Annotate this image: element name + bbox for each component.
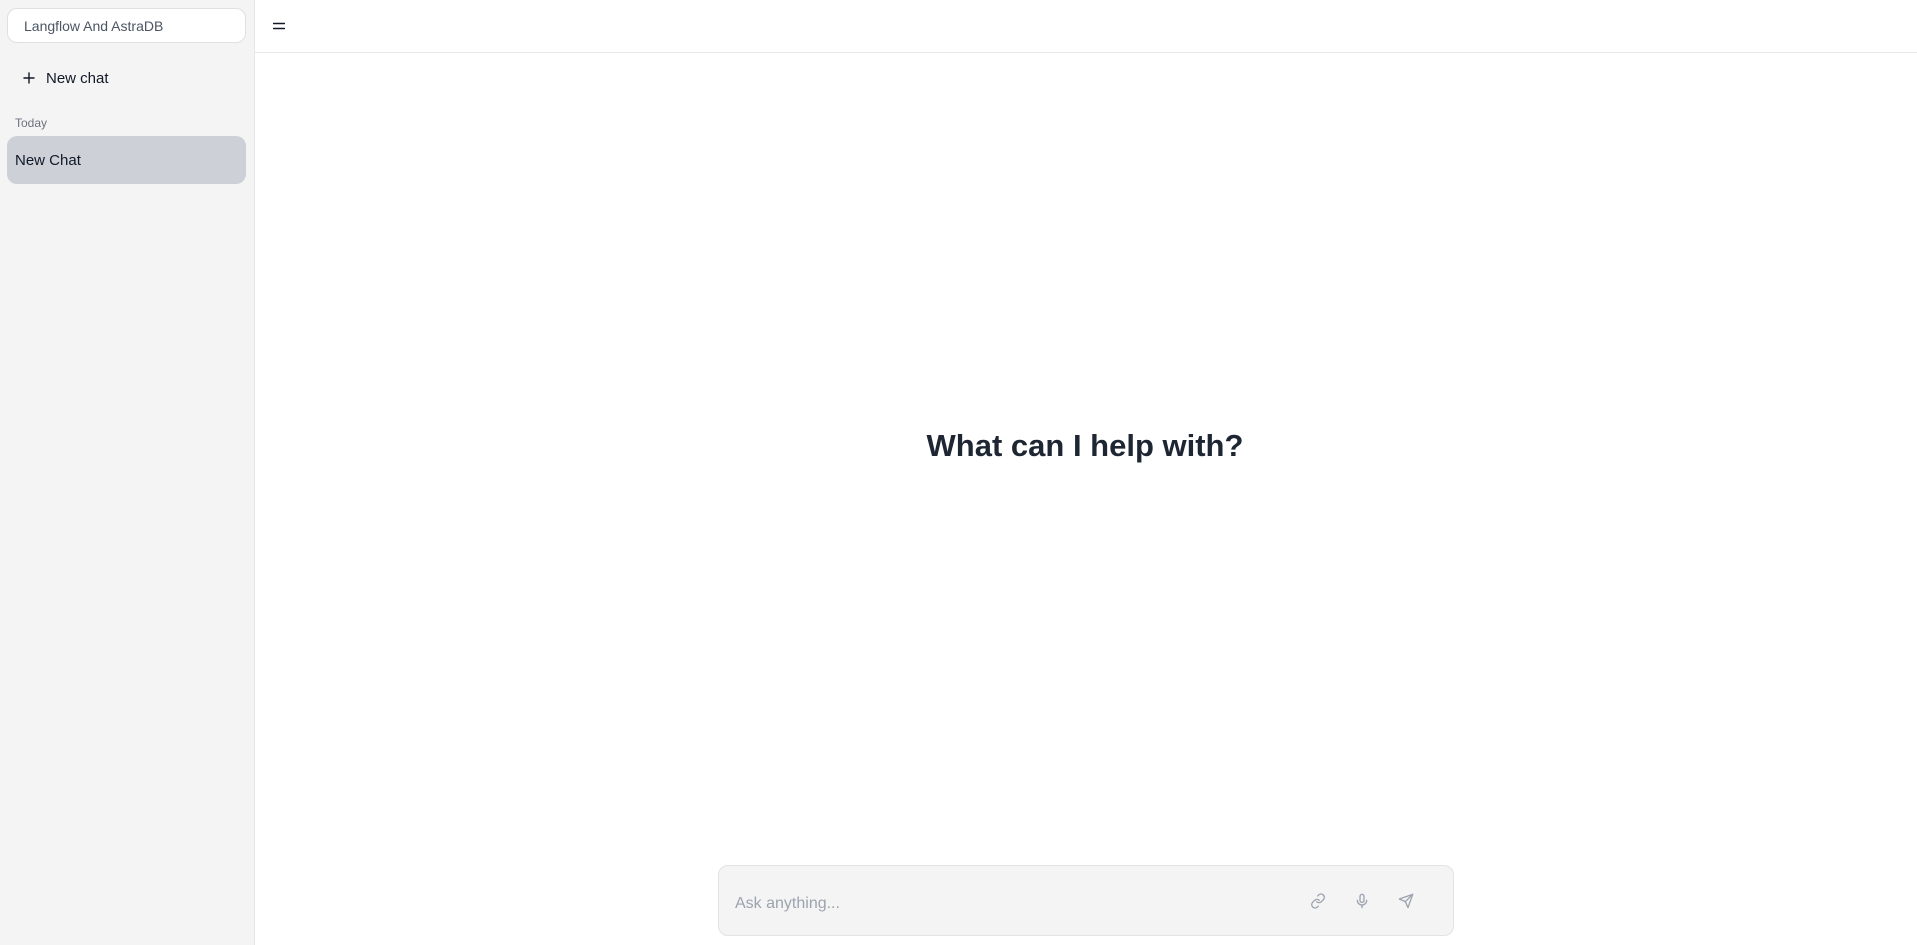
main-area: What can I help with? <box>255 0 1917 945</box>
message-input[interactable] <box>735 892 1295 916</box>
chat-list-item[interactable]: New Chat <box>7 136 246 184</box>
top-bar <box>255 0 1917 53</box>
headline-text: What can I help with? <box>926 428 1244 463</box>
section-label-today: Today <box>15 116 48 130</box>
chat-composer <box>718 865 1454 936</box>
app-window: Langflow And AstraDB New chat Today New … <box>0 0 1917 945</box>
send-icon[interactable] <box>1395 890 1417 912</box>
microphone-icon[interactable] <box>1351 890 1373 912</box>
plus-icon <box>22 71 36 85</box>
project-selector[interactable]: Langflow And AstraDB <box>7 8 246 43</box>
sidebar: Langflow And AstraDB New chat Today New … <box>0 0 255 945</box>
link-icon[interactable] <box>1307 890 1329 912</box>
new-chat-label: New chat <box>46 69 109 87</box>
page-title: What can I help with? <box>255 428 1917 464</box>
menu-icon[interactable] <box>270 16 288 36</box>
new-chat-button[interactable]: New chat <box>22 66 109 90</box>
